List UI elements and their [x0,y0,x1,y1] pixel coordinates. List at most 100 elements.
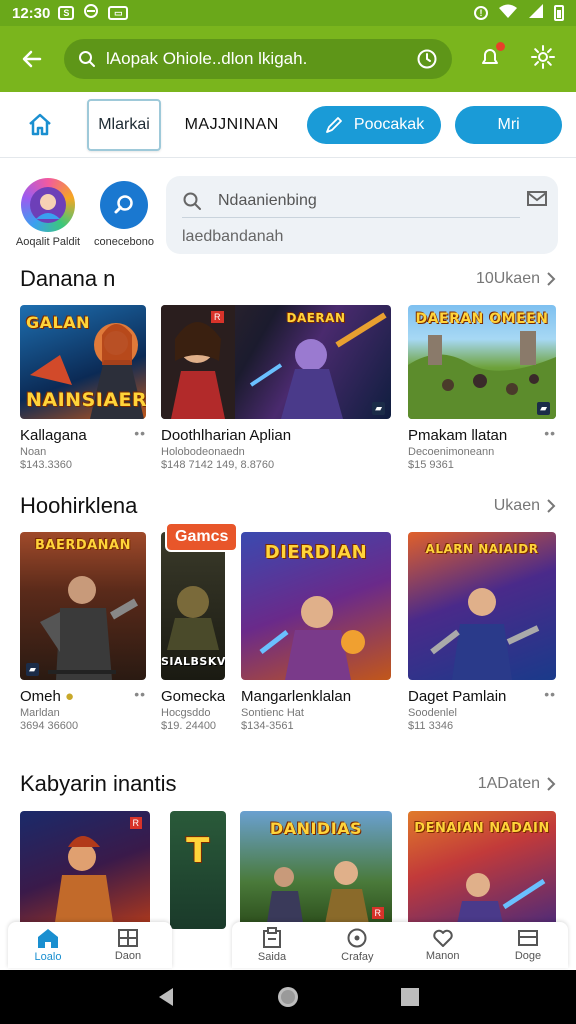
game-card[interactable]: BAERDANAN ▰ Omeh ● •• Marldan 3694 36600 [20,532,146,732]
card-title-text: Omeh [20,688,61,705]
game-thumbnail: DIERDIAN [241,532,391,680]
mail-icon[interactable] [526,188,548,208]
card-price: $15 9361 [408,459,454,471]
card-title: Doothlharian Aplian [161,427,292,444]
game-thumbnail: ALARN NAIAIDR [408,532,556,680]
shortcut-search[interactable]: conecebono [84,178,164,248]
chevron-right-icon [547,272,556,286]
shortcut-search-label: conecebono [94,236,154,248]
card-title: Gomecka [161,688,225,705]
bottom-nav-group-right: Saida Crafay Manon Doge [232,922,568,968]
nav-item-manon[interactable]: Manon [403,922,483,968]
search-input[interactable]: Ndaanienbing [218,192,520,210]
clipboard-icon [263,927,281,948]
notification-dot [496,41,505,51]
see-more-link[interactable]: 1ADaten [478,775,556,793]
list-icon [517,930,538,946]
card-subtitle: Holobodeonaedn [161,446,245,458]
card-subtitle: Marldan [20,707,60,719]
game-card[interactable]: DIERDIAN Mangarlenklalan Sontienc Hat $1… [241,532,391,732]
game-card[interactable]: SIALBSKV Gamcs Gomecka Hocgsddo $19. 244… [161,522,239,732]
recents-square-icon[interactable] [400,987,420,1007]
back-button[interactable] [14,41,50,77]
see-more-link[interactable]: Ukaen [494,497,556,515]
card-price: $148 7142 149, 8.8760 [161,459,275,471]
card-price: $19. 24400 [161,720,217,732]
nav-item-crafay[interactable]: Crafay [317,922,397,968]
sync-icon [82,3,100,23]
thumbnail-title: DIERDIAN [264,542,368,563]
rating-tag: R [371,907,384,919]
thumbnail-title: DAERAN [286,311,346,325]
arrow-left-icon [22,50,42,68]
tab-majjninan[interactable]: MAJJNINAN [185,116,279,134]
thumbnail-subtitle: NAINSIAER [26,389,146,411]
thumbnail-title: T [186,831,210,871]
signal-icon [528,3,544,23]
section-title: Kabyarin inantis [20,771,177,796]
game-card[interactable]: DANIDIAS R [240,811,392,929]
card-price: $11 3346 [408,720,454,732]
card-price: 3694 36600 [20,720,79,732]
settings-button[interactable] [530,44,556,75]
section-title: Hoohirklena [20,493,138,518]
search-icon [79,51,95,67]
home-circle-icon[interactable] [276,985,300,1009]
system-nav-bar [0,970,576,1024]
gear-icon [531,44,555,69]
thumbnail-title: DAERAN OMEEN [415,311,549,327]
top-search-text: lAopak Ohiole..dlon lkigah. [106,49,308,68]
section-header-3: Kabyarin inantis 1ADaten [20,771,556,797]
status-time: 12:30 [12,4,51,22]
mri-button[interactable]: Mri [455,105,562,144]
more-options-icon[interactable]: •• [134,425,146,441]
see-more-link[interactable]: 10Ukaen [476,270,556,288]
tab-mlarkai[interactable]: Mlarkai [87,98,161,151]
section-title: Danana n [20,266,116,291]
card-subtitle: Noan [20,446,47,458]
card-subtitle: Hocgsddo [161,707,211,719]
poocakak-button[interactable]: Poocakak [306,105,442,144]
game-card[interactable]: ALARN NAIAIDR Daget Pamlain •• Soodenlel… [408,532,556,732]
home-icon [38,929,58,948]
home-icon [28,113,51,135]
nav-item-daon[interactable]: Daon [88,922,168,968]
see-more-label: 10Ukaen [475,270,540,287]
back-triangle-icon[interactable] [156,986,176,1008]
more-options-icon[interactable]: •• [544,686,556,702]
grid-icon [118,929,138,947]
game-card[interactable]: DAERAN OMEEN ▰ Pmakam llatan •• Decoenim… [408,305,556,471]
nav-label: Manon [425,950,460,962]
game-card[interactable]: T [170,811,226,929]
top-search-bar[interactable]: lAopak Ohiole..dlon lkigah. [64,39,452,79]
game-thumbnail: SIALBSKV [161,532,225,680]
target-icon [347,928,367,948]
nav-item-home[interactable]: Loalo [8,922,88,968]
status-bar: 12:30 S ▭ ! [0,0,576,26]
more-options-icon[interactable]: •• [134,686,146,702]
game-thumbnail: DAERAN OMEEN ▰ [408,305,556,419]
game-card[interactable]: R [20,811,150,929]
nav-item-saida[interactable]: Saida [232,922,312,968]
nav-item-doge[interactable]: Doge [488,922,568,968]
card-price: $134-3561 [241,720,294,732]
clock-icon[interactable] [416,48,438,70]
see-more-label: 1ADaten [477,775,540,792]
more-options-icon[interactable]: •• [544,425,556,441]
tab-home[interactable] [14,103,65,147]
bottom-nav-group-left: Loalo Daon [8,922,172,968]
game-card[interactable]: GALAN NAINSIAER Kallagana •• Noan $143.3… [20,305,146,471]
card-title: Omeh ● [20,688,146,705]
game-card[interactable]: DAERAN R ▰ Doothlharian Aplian Holobodeo… [161,305,391,471]
thumbnail-title: DANIDIAS [269,819,363,838]
shortcut-profile[interactable]: Aoqalit Paldit [8,178,88,248]
tab-row: Mlarkai MAJJNINAN Poocakak Mri [0,92,576,158]
game-thumbnail: DENAIAN NADAIN [408,811,556,929]
shortcut-profile-label: Aoqalit Paldit [15,236,81,248]
rating-tag: R [129,817,142,829]
battery-icon [554,5,564,21]
notification-button[interactable] [478,41,505,74]
nav-label: Loalo [34,951,62,963]
game-card[interactable]: DENAIAN NADAIN [408,811,556,929]
card-subtitle: Decoenimoneann [408,446,495,458]
